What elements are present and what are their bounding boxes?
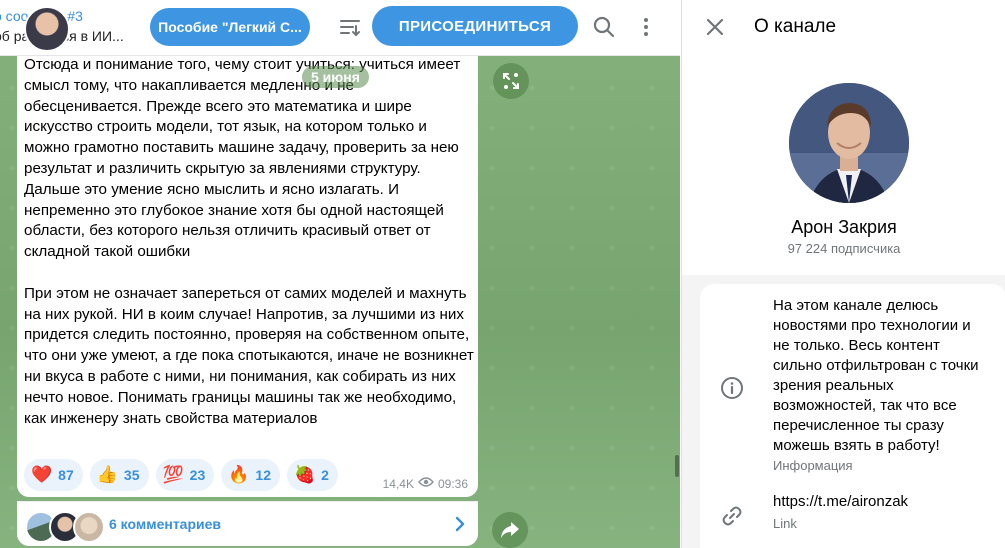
reaction-count: 12 bbox=[255, 467, 271, 483]
channel-link[interactable]: https://t.me/aironzak bbox=[773, 493, 908, 510]
info-card: На этом канале делюсь новостями про техн… bbox=[700, 284, 1005, 548]
hundred-emoji: 💯 bbox=[162, 465, 184, 484]
scroll-down-icon[interactable] bbox=[493, 63, 529, 99]
link-label: Link bbox=[773, 516, 797, 531]
reaction-strawberry[interactable]: 🍓 2 bbox=[287, 459, 338, 491]
scrollbar[interactable] bbox=[675, 455, 679, 477]
reaction-count: 35 bbox=[123, 467, 140, 483]
reaction-count: 23 bbox=[189, 467, 206, 483]
heart-emoji: ❤️ bbox=[31, 465, 53, 484]
eye-icon bbox=[418, 476, 434, 491]
channel-profile: Арон Закрия 97 224 подписчика bbox=[682, 55, 1005, 275]
filter-icon[interactable] bbox=[336, 13, 364, 41]
reaction-heart[interactable]: ❤️ 87 bbox=[24, 459, 83, 491]
link-icon bbox=[720, 504, 744, 528]
chat-header: о соо...ние #3 об ра...аться в ИИ... Пос… bbox=[0, 0, 680, 56]
chat-area: о соо...ние #3 об ра...аться в ИИ... Пос… bbox=[0, 0, 680, 548]
panel-title: О канале bbox=[754, 16, 837, 37]
commenter-avatar bbox=[73, 511, 105, 543]
reaction-count: 87 bbox=[58, 467, 74, 483]
pinned-message-button[interactable]: Пособие "Легкий С... bbox=[150, 8, 310, 46]
reaction-count: 2 bbox=[321, 467, 329, 483]
channel-description[interactable]: На этом канале делюсь новостями про техн… bbox=[773, 296, 985, 456]
comments-arrow-icon bbox=[454, 516, 466, 532]
comments-label: 6 комментариев bbox=[109, 516, 222, 532]
channel-info-panel: О канале Арон Закрия 97 224 подписчика Н… bbox=[681, 0, 1005, 548]
description-label: Информация bbox=[773, 458, 853, 473]
reaction-fire[interactable]: 🔥 12 bbox=[221, 459, 280, 491]
post-paragraph: При этом не означает запереться от самих… bbox=[24, 284, 474, 427]
comments-button[interactable]: 6 комментариев bbox=[17, 501, 478, 546]
reaction-hundred[interactable]: 💯 23 bbox=[155, 459, 215, 491]
post-paragraph: Отсюда и понимание того, чему стоит учит… bbox=[24, 56, 461, 261]
fire-emoji: 🔥 bbox=[228, 465, 250, 484]
strawberry-emoji: 🍓 bbox=[294, 465, 316, 484]
close-icon[interactable] bbox=[704, 16, 726, 38]
reactions-bar: ❤️ 87 👍 35 💯 23 🔥 12 🍓 2 bbox=[24, 459, 338, 491]
channel-name: Арон Закрия bbox=[791, 217, 897, 237]
subscriber-count: 97 224 подписчика bbox=[787, 241, 901, 256]
thumbs-up-emoji: 👍 bbox=[96, 465, 118, 484]
channel-avatar[interactable] bbox=[24, 6, 70, 52]
channel-avatar-large[interactable] bbox=[789, 83, 909, 203]
post-meta: 14,4K 09:36 bbox=[383, 476, 468, 491]
more-icon[interactable] bbox=[636, 13, 656, 41]
post-text: Отсюда и понимание того, чему стоит учит… bbox=[24, 55, 476, 450]
join-channel-button[interactable]: ПРИСОЕДИНИТЬСЯ bbox=[372, 6, 578, 46]
post-time: 09:36 bbox=[437, 476, 468, 491]
channel-post: Отсюда и понимание того, чему стоит учит… bbox=[17, 55, 478, 497]
date-badge: 5 июня bbox=[302, 66, 369, 88]
view-count: 14,4K bbox=[382, 476, 414, 491]
search-icon[interactable] bbox=[590, 13, 618, 41]
share-icon[interactable] bbox=[492, 512, 528, 548]
panel-header: О канале bbox=[682, 0, 1005, 55]
info-icon bbox=[720, 376, 744, 400]
reaction-thumbs-up[interactable]: 👍 35 bbox=[89, 459, 149, 491]
